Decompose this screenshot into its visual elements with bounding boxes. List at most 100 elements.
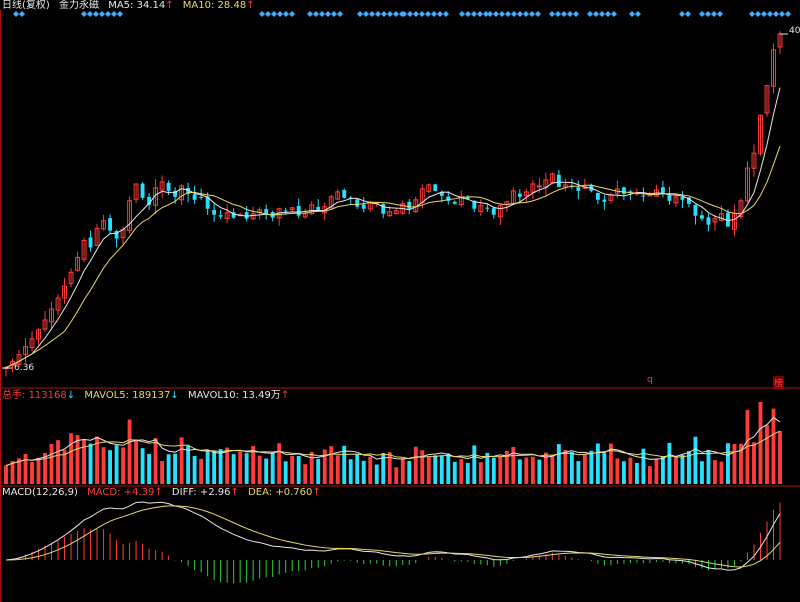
volume-bar <box>218 449 223 484</box>
volume-bar <box>23 454 28 484</box>
candle-down <box>700 215 704 219</box>
signal-diamond <box>523 11 529 17</box>
signal-diamond <box>289 11 295 17</box>
volume-bar <box>101 447 106 484</box>
signal-diamond <box>307 11 313 17</box>
volume-bar <box>394 467 399 484</box>
volume-bar <box>634 462 639 484</box>
candle-down <box>296 205 301 216</box>
signal-diamond <box>465 11 471 17</box>
volume-bar <box>173 453 178 484</box>
signal-diamond <box>767 11 773 17</box>
volume-bar <box>114 445 119 484</box>
volume-bar <box>56 440 60 484</box>
candle-down <box>199 196 204 198</box>
volume-bar <box>498 456 503 484</box>
candle-down <box>485 207 490 209</box>
signal-diamond <box>605 11 611 17</box>
volume-bar <box>654 459 659 484</box>
volume-bar <box>472 445 477 484</box>
volume-bar <box>212 450 217 484</box>
signal-diamond <box>313 11 319 17</box>
signal-diamond <box>93 11 99 17</box>
signal-diamond <box>331 11 337 17</box>
signal-diamond <box>535 11 541 17</box>
volume-bar <box>355 454 360 484</box>
candle-down <box>706 217 711 225</box>
signal-diamond <box>555 11 561 17</box>
signal-diamond <box>611 11 617 17</box>
volume-bar <box>257 455 262 484</box>
signal-diamond <box>393 11 399 17</box>
signal-diamond <box>277 11 283 17</box>
signal-diamond <box>685 11 691 17</box>
signal-diamond <box>477 11 483 17</box>
candle-down <box>693 204 698 216</box>
volume-bar <box>726 443 730 484</box>
signal-diamond <box>593 11 599 17</box>
volume-bar <box>329 446 334 484</box>
volume-bar <box>595 443 600 484</box>
signal-diamond <box>629 11 635 17</box>
volume-bar <box>270 452 275 484</box>
volume-bar <box>192 456 197 484</box>
signal-diamond <box>271 11 277 17</box>
candle-down <box>667 195 672 201</box>
candle-down <box>166 182 171 191</box>
volume-bar <box>290 455 295 484</box>
volume-bar <box>225 447 230 484</box>
volume-bar <box>778 431 782 484</box>
signal-diamond <box>419 11 425 17</box>
volume-bar <box>667 442 672 484</box>
signal-diamond <box>459 11 465 17</box>
volume-bar <box>309 451 314 484</box>
signal-diamond <box>283 11 289 17</box>
ma10-line <box>5 145 781 369</box>
volume-bar <box>647 466 652 484</box>
signal-diamond <box>779 11 785 17</box>
candle-down <box>660 187 665 193</box>
volume-bar <box>108 450 113 484</box>
candle-down <box>595 193 600 200</box>
signal-diamond <box>381 11 387 17</box>
signal-diamond <box>375 11 381 17</box>
dea-line <box>5 505 781 568</box>
volume-bar <box>563 450 568 484</box>
volume-bar <box>433 455 438 484</box>
signal-diamond <box>437 11 443 17</box>
candle-down <box>556 174 561 187</box>
candle-down <box>355 199 360 207</box>
volume-bar <box>556 444 561 484</box>
candle-down <box>680 196 685 200</box>
volume-bar <box>88 443 93 484</box>
signal-diamond <box>679 11 685 17</box>
signal-diamond <box>699 11 705 17</box>
signal-diamond <box>259 11 265 17</box>
volume-bar <box>465 462 470 484</box>
signal-diamond <box>549 11 555 17</box>
signal-diamond <box>81 11 87 17</box>
volume-bar <box>121 447 126 484</box>
signal-diamond <box>587 11 593 17</box>
volume-bar <box>387 452 392 484</box>
candle-down <box>491 208 496 215</box>
volume-bar <box>589 450 594 484</box>
diff-line <box>5 501 781 571</box>
volume-bar <box>75 435 80 484</box>
candle-up <box>536 185 542 188</box>
signal-diamond <box>387 11 393 17</box>
volume-bar <box>374 464 379 484</box>
signal-diamond <box>369 11 375 17</box>
signal-diamond <box>755 11 761 17</box>
volume-bar <box>459 459 464 484</box>
signal-diamond <box>363 11 369 17</box>
volume-bar <box>693 436 698 484</box>
signal-diamond <box>265 11 271 17</box>
signal-diamond <box>487 11 493 17</box>
signal-diamond <box>567 11 573 17</box>
signal-diamond <box>761 11 767 17</box>
candle-down <box>621 187 626 194</box>
volume-bar <box>713 460 717 484</box>
ma5-line <box>5 87 781 369</box>
volume-bar <box>771 408 776 484</box>
